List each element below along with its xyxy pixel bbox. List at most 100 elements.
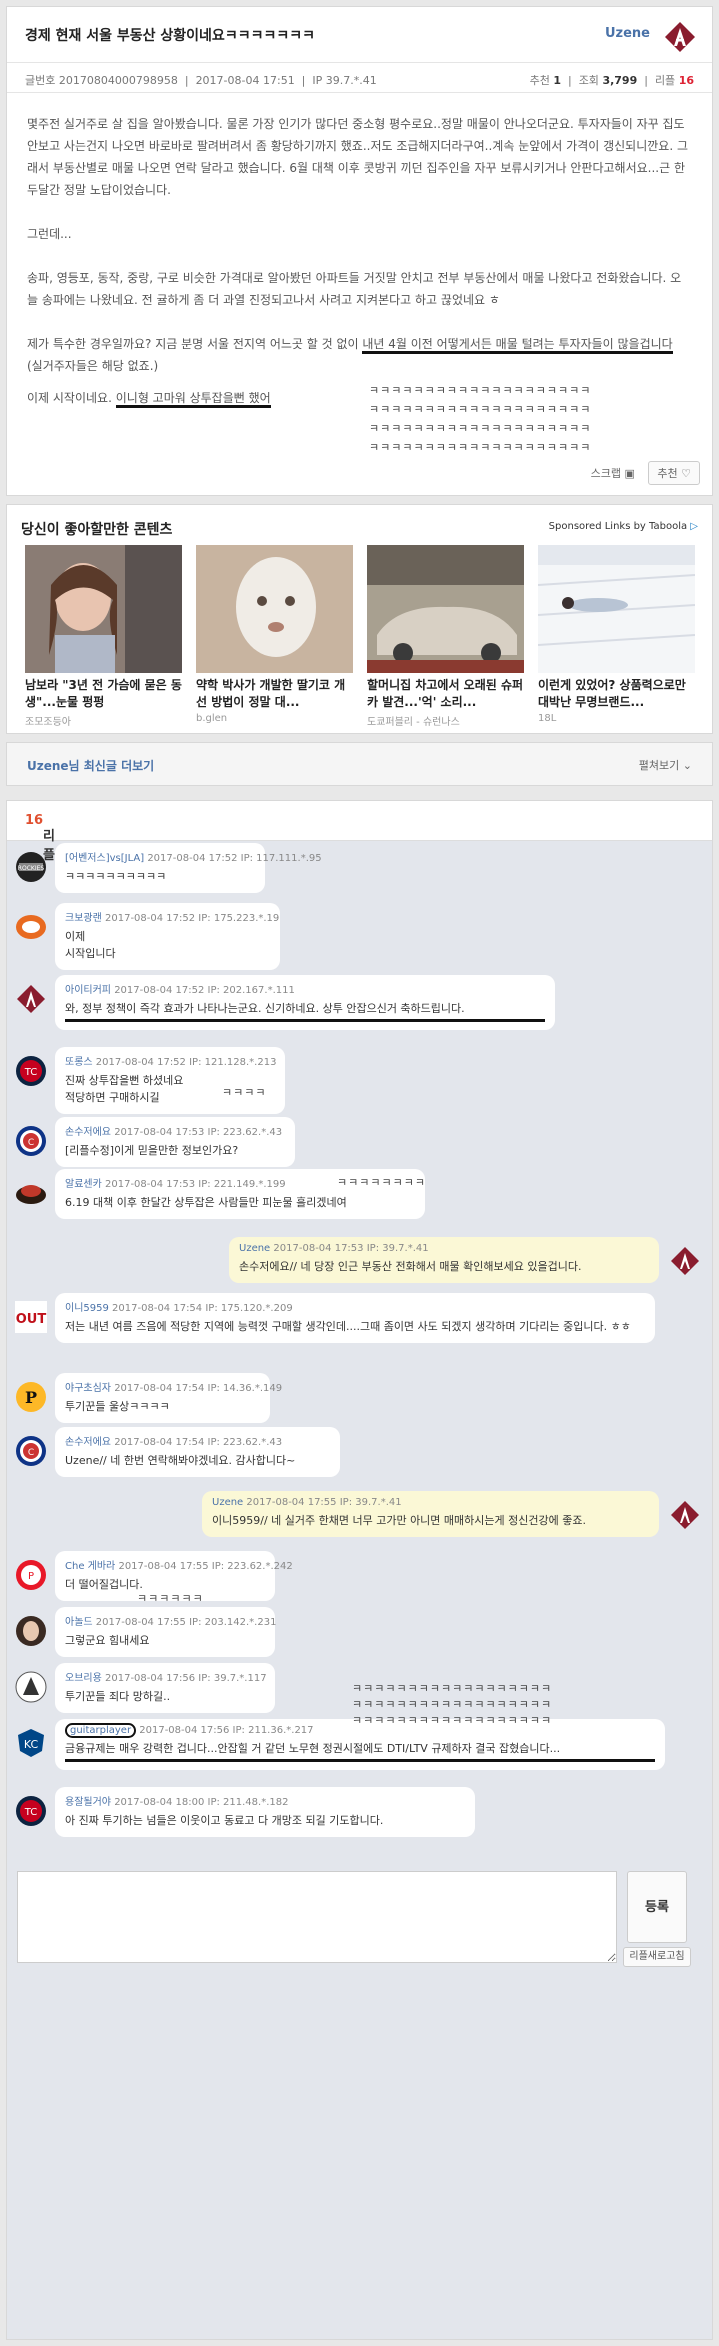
recommended-item[interactable]: 남보라 "3년 전 가슴에 묻은 동생"...눈물 펑펑 조모조등아 — [25, 545, 182, 728]
comment-author[interactable]: guitarplayer — [65, 1723, 137, 1738]
comment-author[interactable]: 이니5959 — [65, 1303, 109, 1314]
comment-bubble: 오브리용 2017-08-04 17:56 IP: 39.7.*.117 투기꾼… — [55, 1663, 275, 1713]
laugh-text: ㅋㅋㅋㅋㅋㅋㅋㅋㅋㅋㅋㅋㅋㅋㅋㅋㅋㅋㅋㅋ — [369, 441, 592, 454]
heart-icon: ♡ — [681, 467, 691, 480]
comment-author[interactable]: 용잘될거야 — [65, 1797, 111, 1808]
comment-date: 2017-08-04 17:53 — [273, 1243, 364, 1254]
comment-text: 저는 내년 여름 즈음에 적당한 지역에 능력껏 구매할 생각인데....그때 … — [65, 1320, 631, 1333]
laugh-text: ㅋㅋㅋㅋㅋㅋㅋㅋㅋㅋㅋㅋㅋㅋㅋㅋㅋㅋ — [352, 1698, 553, 1711]
recommended-source: 18L — [538, 713, 557, 724]
recommended-caption: 남보라 "3년 전 가슴에 묻은 동생"...눈물 펑펑 — [25, 678, 182, 709]
team-logo-icon: ROCKIES — [16, 852, 46, 882]
comment-ip: 202.167.*.111 — [223, 985, 295, 996]
comment-author[interactable]: [어벤저스]vs[JLA] — [65, 853, 144, 864]
post-date: 2017-08-04 17:51 — [195, 74, 295, 87]
diamondbacks-logo-icon[interactable] — [662, 19, 698, 55]
comment-date: 2017-08-04 17:53 — [105, 1179, 196, 1190]
post-text: 이제 시작이네요. — [27, 391, 116, 405]
comment-author[interactable]: 아이티커피 — [65, 985, 111, 996]
comments-panel: 리플 16 ROCKIES [어벤저스]vs[JLA] 2017-08-04 1… — [6, 800, 713, 2340]
comment-text: 시작입니다 — [65, 947, 116, 960]
post-panel: 경제 현재 서울 부동산 상황이네요ㅋㅋㅋㅋㅋㅋㅋ Uzene 글번호 2017… — [6, 6, 713, 496]
comment-bubble: 아놀드 2017-08-04 17:55 IP: 203.142.*.231 그… — [55, 1607, 276, 1657]
post-paragraph: 제가 특수한 경우일까요? 지금 분명 서울 전지역 어느곳 할 것 없이 내년… — [27, 333, 692, 377]
comment-author[interactable]: Che 게바라 — [65, 1561, 115, 1572]
avatar — [16, 1616, 46, 1646]
post-author[interactable]: Uzene — [605, 26, 650, 41]
comment-author[interactable]: Uzene — [239, 1243, 270, 1254]
comment-author[interactable]: 야구초심자 — [65, 1383, 111, 1394]
comment-ip: 175.120.*.209 — [220, 1303, 293, 1314]
comment-ip: 223.62.*.43 — [223, 1437, 283, 1448]
comment-text: 투기꾼들 죄다 망하길.. — [65, 1690, 171, 1703]
comment-input[interactable] — [17, 1871, 617, 1963]
comment-author[interactable]: 크보광랜 — [65, 913, 102, 924]
comment-ip: 221.149.*.199 — [213, 1179, 286, 1190]
comment-text: Uzene// 네 한번 연락해봐야겠네요. 감사합니다~ — [65, 1454, 296, 1467]
comment-date: 2017-08-04 17:52 — [147, 853, 238, 864]
recommended-item[interactable]: 이런게 있었어? 상품력으로만 대박난 무명브랜드... 18L — [538, 545, 695, 724]
comment-text: 금융규제는 매우 강력한 겁니다...안잡힐 거 같던 노무현 정권시절에도 D… — [65, 1740, 655, 1762]
comment-bubble: 손수저에요 2017-08-04 17:53 IP: 223.62.*.43 [… — [55, 1117, 295, 1167]
comment-author[interactable]: 알료센카 — [65, 1179, 102, 1190]
comment-author[interactable]: 또롱스 — [65, 1057, 93, 1068]
recommended-caption: 약학 박사가 개발한 딸기코 개선 방법이 정말 대... — [196, 678, 346, 709]
comment-bubble: [어벤저스]vs[JLA] 2017-08-04 17:52 IP: 117.1… — [55, 843, 322, 893]
comment-author[interactable]: Uzene — [212, 1497, 243, 1508]
recommended-item[interactable]: 할머니집 차고에서 오래된 슈퍼카 발견...'억' 소리... 도쿄퍼블리 -… — [367, 545, 524, 728]
svg-text:C: C — [28, 1448, 34, 1458]
thumbnail-image — [196, 545, 353, 673]
comment-bubble: 야구초심자 2017-08-04 17:54 IP: 14.36.*.149 투… — [55, 1373, 282, 1423]
scrap-button[interactable]: 스크랩 ▣ — [591, 465, 635, 481]
comment-author[interactable]: 손수저에요 — [65, 1127, 111, 1138]
svg-text:P: P — [28, 1571, 34, 1582]
author-more-bar[interactable]: Uzene님 최신글 더보기 펼쳐보기 ⌄ — [6, 742, 713, 786]
views-label: 조회 — [578, 74, 599, 87]
laugh-text: ㅋㅋㅋㅋㅋㅋㅋㅋㅋㅋㅋㅋㅋㅋㅋㅋㅋㅋ — [352, 1714, 553, 1727]
laugh-text: ㅋㅋㅋㅋㅋㅋㅋㅋㅋㅋㅋㅋㅋㅋㅋㅋㅋㅋ — [352, 1682, 553, 1695]
comment-date: 2017-08-04 17:52 — [105, 913, 196, 924]
recommended-source: b.glen — [196, 713, 228, 724]
post-body: 몇주전 실거주로 살 집을 알아봤습니다. 물론 가장 인기가 많다던 중소형 … — [7, 93, 712, 409]
comment-date: 2017-08-04 17:53 — [114, 1127, 205, 1138]
recommended-item[interactable]: 약학 박사가 개발한 딸기코 개선 방법이 정말 대... b.glen — [196, 545, 353, 724]
sponsored-links[interactable]: Sponsored Links by Taboola ▷ — [549, 521, 698, 532]
thumbnail-image — [367, 545, 524, 673]
post-text: 제가 특수한 경우일까요? 지금 분명 서울 전지역 어느곳 할 것 없이 — [27, 337, 363, 351]
post-paragraph: 그런데... — [27, 227, 72, 241]
expand-toggle[interactable]: 펼쳐보기 ⌄ — [639, 757, 692, 773]
comment-text: 6.19 대책 이후 한달간 상투잡은 사람들만 피눈물 흘리겠네여 — [65, 1196, 347, 1209]
post-actions: 스크랩 ▣ 추천 ♡ — [591, 461, 700, 485]
comment-ip: 211.48.*.182 — [223, 1797, 289, 1808]
submit-button[interactable]: 등록 — [627, 1871, 687, 1943]
comment-author[interactable]: 오브리용 — [65, 1673, 102, 1684]
svg-text:TC: TC — [24, 1067, 38, 1078]
recommended-source: 조모조등아 — [25, 717, 71, 728]
svg-text:OUT: OUT — [16, 1312, 47, 1327]
comment-date: 2017-08-04 17:54 — [114, 1383, 205, 1394]
svg-text:KC: KC — [24, 1738, 39, 1751]
comment-date: 2017-08-04 17:54 — [112, 1303, 203, 1314]
comment-text: ㅋㅋㅋㅋㅋㅋㅋㅋㅋㅋ — [65, 870, 167, 883]
twins-logo-icon: TC — [16, 1056, 46, 1086]
chevron-down-icon: ⌄ — [682, 759, 692, 772]
comment-author[interactable]: 손수저에요 — [65, 1437, 111, 1448]
comment-date: 2017-08-04 18:00 — [114, 1797, 205, 1808]
comment-date: 2017-08-04 17:55 — [118, 1561, 209, 1572]
comment-author[interactable]: 아놀드 — [65, 1617, 93, 1628]
comment-ip: 39.7.*.117 — [213, 1673, 267, 1684]
author-more-title: Uzene님 최신글 더보기 — [27, 759, 155, 773]
refresh-comments-button[interactable]: 리플새로고침 — [623, 1947, 691, 1967]
recommend-label: 추천 — [529, 74, 550, 87]
comment-text: 이제 — [65, 930, 86, 943]
recommend-button[interactable]: 추천 ♡ — [648, 461, 700, 485]
comment-date: 2017-08-04 17:55 — [246, 1497, 337, 1508]
post-title: 경제 현재 서울 부동산 상황이네요ㅋㅋㅋㅋㅋㅋㅋ — [25, 28, 315, 44]
laugh-text: ㅋㅋㅋㅋㅋㅋ — [137, 1592, 204, 1605]
taboola-icon: ▷ — [690, 521, 698, 532]
comment-text: 아 진짜 투기하는 넘들은 이웃이고 동료고 다 개망조 되길 기도합니다. — [65, 1814, 384, 1827]
comment-date: 2017-08-04 17:55 — [95, 1617, 186, 1628]
my-comment-bubble: Uzene 2017-08-04 17:55 IP: 39.7.*.41 이니5… — [202, 1491, 659, 1537]
comment-ip: 117.111.*.95 — [256, 853, 322, 864]
out-logo-icon: OUT — [15, 1301, 47, 1333]
